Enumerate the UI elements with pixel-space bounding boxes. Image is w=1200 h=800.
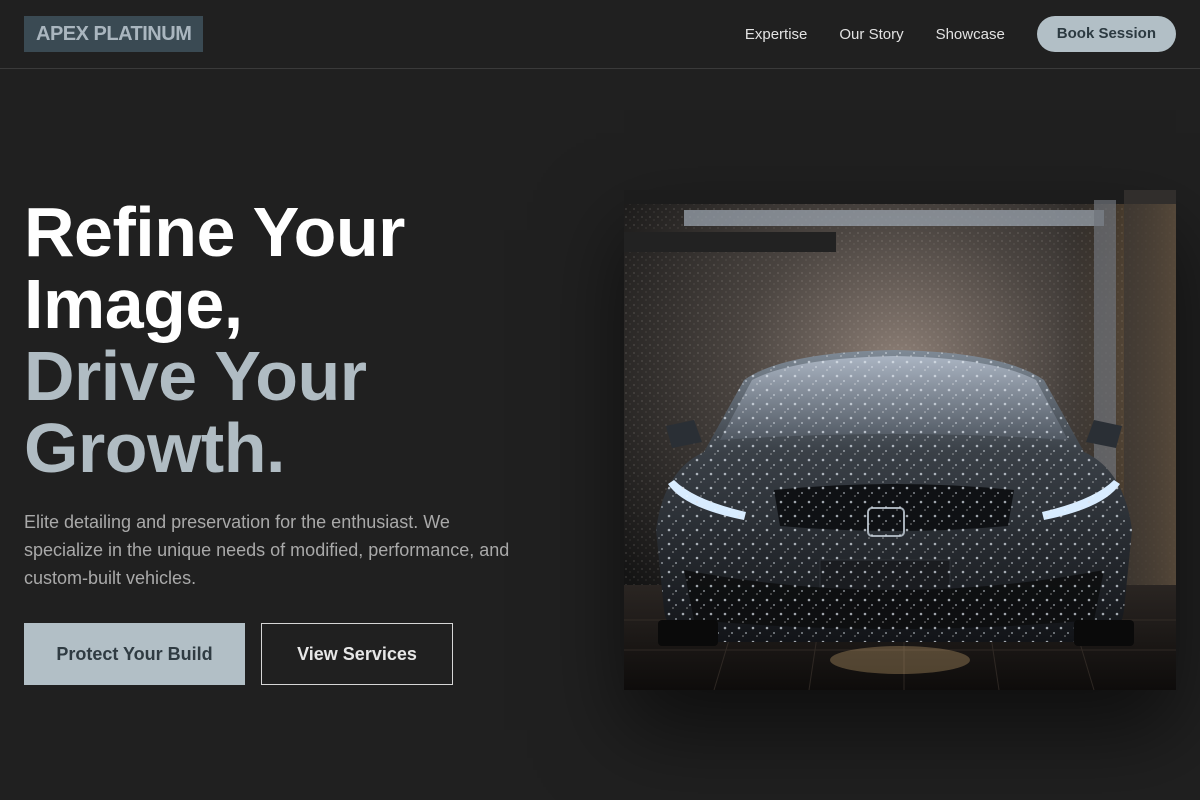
car-wash-illustration <box>624 190 1176 690</box>
protect-your-build-button[interactable]: Protect Your Build <box>24 623 245 685</box>
hero-title: Refine Your Image, Drive Your Growth. <box>24 196 584 484</box>
hero-title-line: Image, <box>24 265 243 343</box>
hero-title-line: Drive Your <box>24 337 367 415</box>
nav-links: Expertise Our Story Showcase Book Sessio… <box>745 0 1176 68</box>
hero-title-line: Growth. <box>24 409 285 487</box>
brand-logo[interactable]: APEX PLATINUM <box>24 16 204 52</box>
view-services-button[interactable]: View Services <box>261 623 453 685</box>
hero-title-line: Refine Your <box>24 193 405 271</box>
book-session-button[interactable]: Book Session <box>1036 16 1176 52</box>
top-navbar: APEX PLATINUM Expertise Our Story Showca… <box>0 0 1200 69</box>
hero-description: Elite detailing and preservation for the… <box>24 512 510 588</box>
nav-link-our-story[interactable]: Our Story <box>839 26 903 43</box>
nav-link-showcase[interactable]: Showcase <box>936 26 1005 43</box>
hero-car-wash-image <box>624 190 1176 690</box>
nav-link-expertise[interactable]: Expertise <box>745 26 808 43</box>
